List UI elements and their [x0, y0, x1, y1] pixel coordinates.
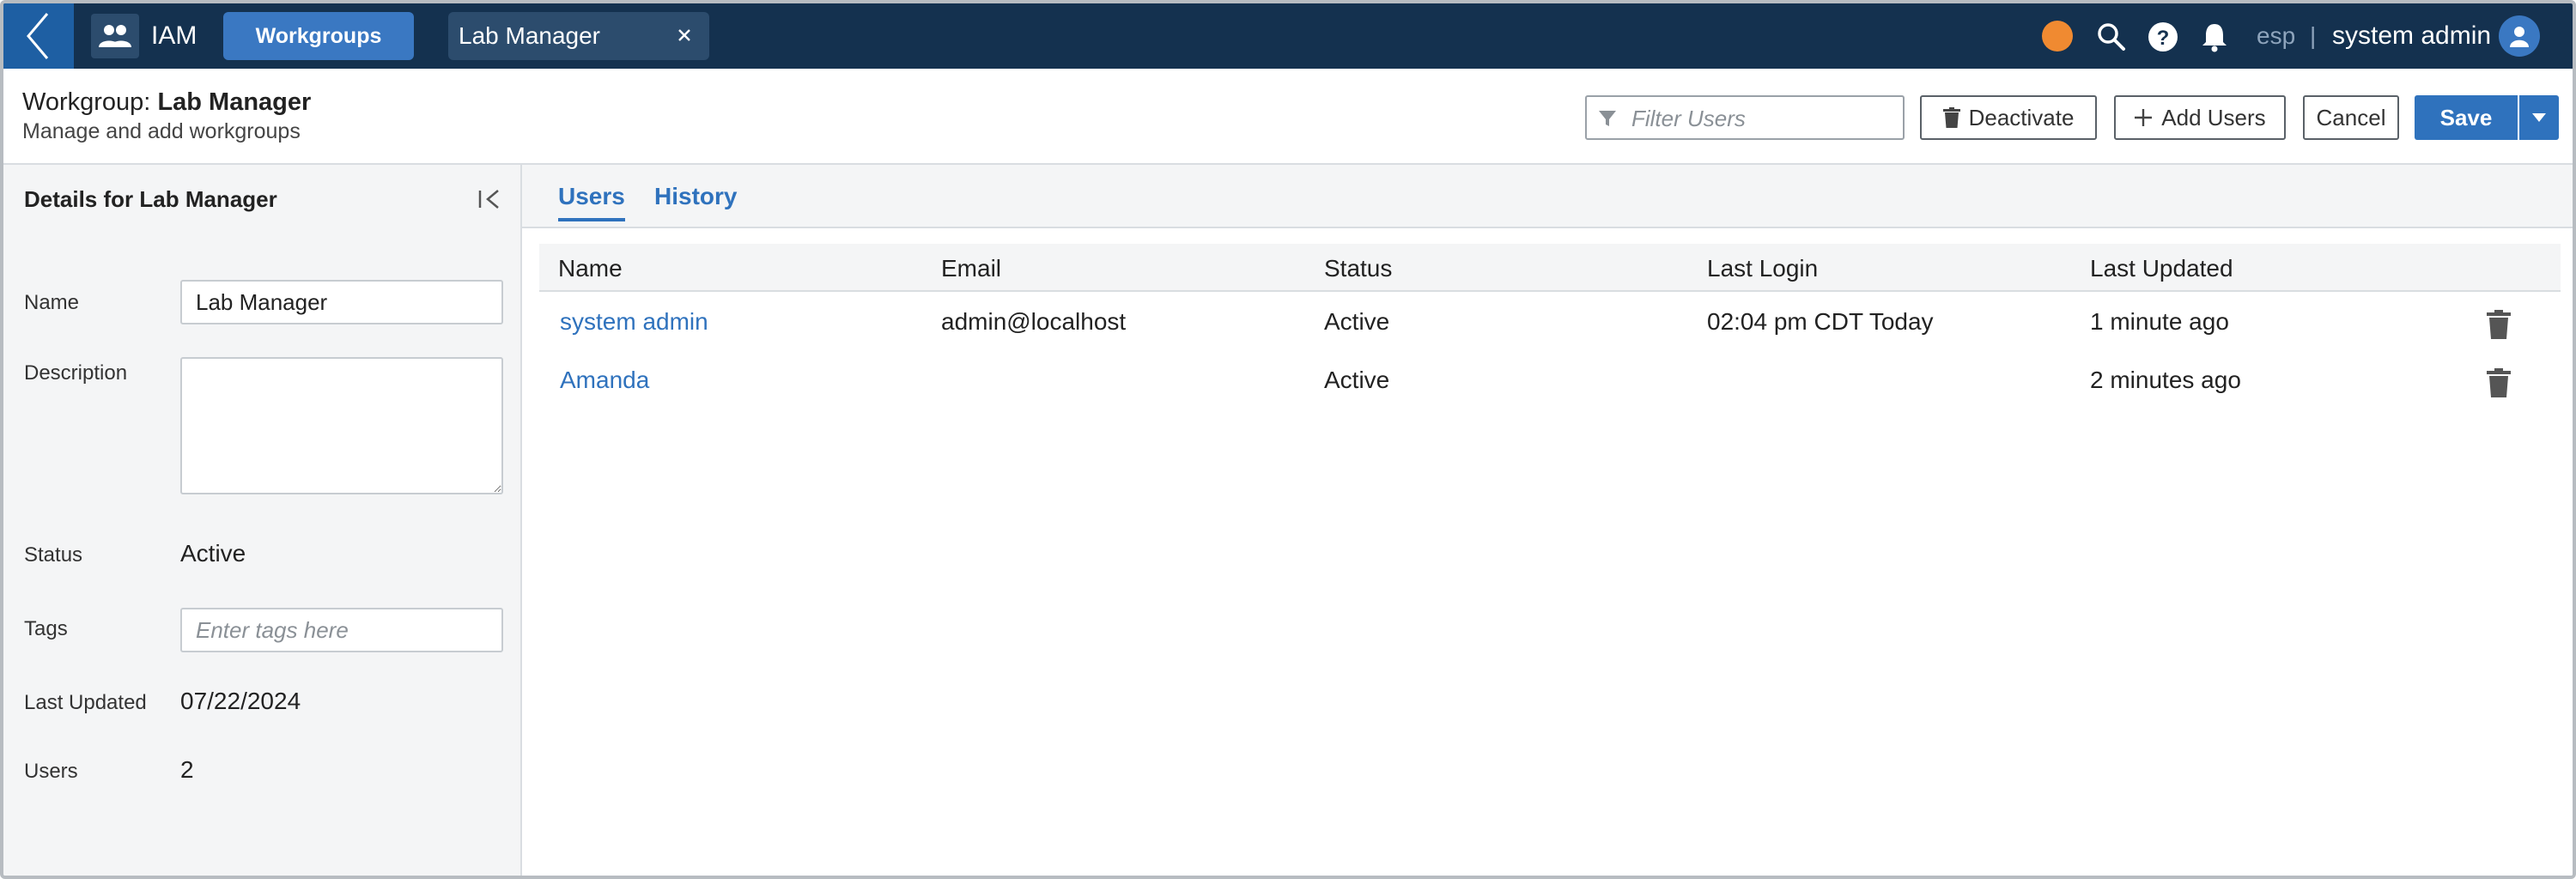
deactivate-label: Deactivate: [1968, 104, 2075, 130]
remove-user-trash-icon[interactable]: [2485, 309, 2512, 340]
user-last-login: 02:04 pm CDT Today: [1707, 308, 1934, 335]
people-icon: [91, 14, 139, 58]
collapse-panel-icon[interactable]: [474, 184, 505, 215]
user-avatar-icon[interactable]: [2499, 15, 2540, 57]
user-status: Active: [1324, 308, 1390, 335]
tags-label: Tags: [24, 617, 68, 640]
last-updated-label: Last Updated: [24, 691, 147, 714]
app-name: IAM: [151, 21, 197, 50]
column-header-name[interactable]: Name: [558, 254, 623, 283]
plus-icon: [2135, 109, 2153, 126]
filter-icon: [1599, 111, 1616, 126]
users-count-value: 2: [180, 756, 194, 783]
save-button[interactable]: Save: [2415, 95, 2518, 140]
add-users-button[interactable]: Add Users: [2114, 95, 2286, 140]
description-label: Description: [24, 361, 128, 385]
open-tab-lab-manager[interactable]: Lab Manager: [448, 12, 709, 60]
status-value: Active: [180, 540, 246, 567]
user-last-updated: 1 minute ago: [2090, 308, 2229, 335]
top-bar: IAM Workgroups Lab Manager ? esp | syste…: [3, 3, 2573, 69]
table-row: Amanda Active 2 minutes ago: [539, 352, 2561, 410]
tags-input[interactable]: [180, 608, 503, 652]
tab-users[interactable]: Users: [558, 182, 625, 221]
main-content: Users History Name Email Status Last Log…: [522, 165, 2573, 876]
details-panel: Details for Lab Manager Name Description…: [3, 165, 522, 876]
column-header-email[interactable]: Email: [941, 254, 1001, 283]
page-title-prefix: Workgroup:: [22, 88, 151, 116]
close-icon[interactable]: [671, 22, 697, 48]
name-label: Name: [24, 291, 80, 314]
trash-icon: [1942, 107, 1960, 128]
user-last-updated: 2 minutes ago: [2090, 367, 2241, 393]
search-icon[interactable]: [2095, 21, 2128, 53]
filter-users-input[interactable]: [1631, 104, 1889, 133]
last-updated-value: 07/22/2024: [180, 688, 301, 714]
remove-user-trash-icon[interactable]: [2485, 367, 2512, 398]
filter-users-field[interactable]: [1585, 95, 1905, 140]
user-email: admin@localhost: [941, 308, 1127, 335]
svg-text:?: ?: [2157, 27, 2170, 50]
tab-bar: Users History: [522, 165, 2573, 228]
user-name-link[interactable]: Amanda: [560, 366, 649, 395]
caret-down-icon: [2532, 113, 2546, 122]
tab-history[interactable]: History: [654, 182, 737, 211]
user-status: Active: [1324, 367, 1390, 393]
cancel-label: Cancel: [2316, 104, 2386, 130]
back-button[interactable]: [3, 3, 74, 69]
page-title: Workgroup: Lab Manager: [22, 88, 311, 117]
column-header-status[interactable]: Status: [1324, 254, 1392, 283]
user-menu-name[interactable]: system admin: [2332, 21, 2491, 52]
status-label: Status: [24, 543, 83, 567]
status-indicator-dot: [2042, 21, 2073, 52]
bell-icon[interactable]: [2198, 21, 2231, 53]
column-header-last-login[interactable]: Last Login: [1707, 254, 1818, 283]
add-users-label: Add Users: [2161, 104, 2266, 130]
users-count-label: Users: [24, 760, 78, 783]
app-window: IAM Workgroups Lab Manager ? esp | syste…: [0, 0, 2576, 879]
name-input[interactable]: [180, 280, 503, 324]
deactivate-button[interactable]: Deactivate: [1920, 95, 2097, 140]
language-switch[interactable]: esp: [2257, 21, 2295, 52]
save-options-dropdown[interactable]: [2519, 95, 2559, 140]
users-table-header: Name Email Status Last Login Last Update…: [539, 244, 2561, 292]
page-subtitle: Manage and add workgroups: [22, 119, 301, 143]
help-icon[interactable]: ?: [2147, 21, 2179, 53]
language-separator: |: [2310, 22, 2317, 49]
table-row: system admin admin@localhost Active 02:0…: [539, 294, 2561, 352]
details-panel-title: Details for Lab Manager: [24, 186, 277, 212]
page-header: Workgroup: Lab Manager Manage and add wo…: [3, 69, 2573, 165]
description-textarea[interactable]: [180, 357, 503, 494]
back-chevron-icon: [27, 13, 49, 59]
column-header-last-updated[interactable]: Last Updated: [2090, 254, 2233, 283]
open-tab-label: Lab Manager: [459, 22, 601, 49]
page-title-name: Lab Manager: [157, 88, 312, 116]
cancel-button[interactable]: Cancel: [2303, 95, 2399, 140]
user-name-link[interactable]: system admin: [560, 307, 708, 336]
workgroups-nav-button[interactable]: Workgroups: [223, 12, 414, 60]
